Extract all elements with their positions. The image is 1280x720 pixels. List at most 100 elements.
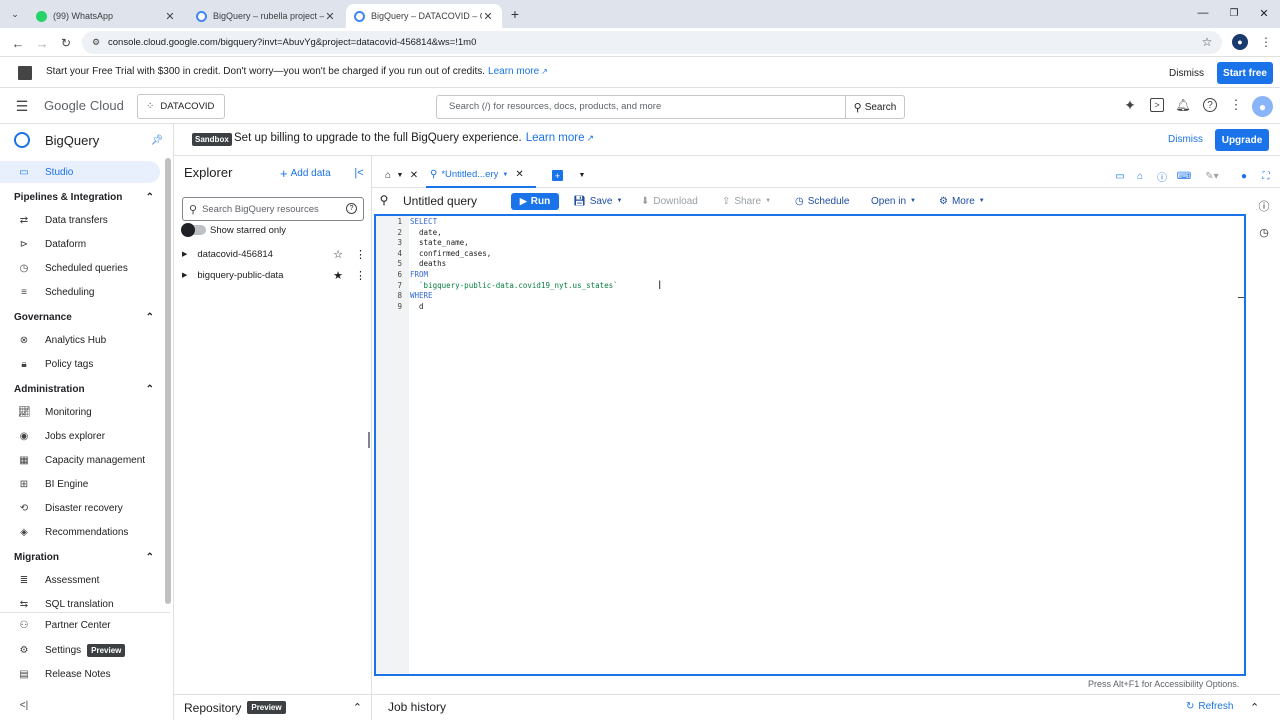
editor-tab-untitled[interactable]: ⚲ *Untitled...ery ▼ ✕ xyxy=(426,163,536,188)
browser-tab-whatsapp[interactable]: (99) WhatsApp ✕ xyxy=(28,4,184,28)
project-picker[interactable]: ⁘ DATACOVID xyxy=(137,94,225,119)
nav-section-administration[interactable]: Administration ⌃ xyxy=(14,379,154,399)
save-button[interactable]: 💾︎ Save ▼ xyxy=(573,194,622,208)
new-tab-icon[interactable]: + xyxy=(507,6,523,22)
kebab-icon[interactable]: ⋮ xyxy=(355,269,366,282)
share-button[interactable]: ⇪ Share ▼ xyxy=(722,194,771,208)
account-avatar-icon[interactable]: ● xyxy=(1252,96,1273,117)
nav-scrollbar[interactable] xyxy=(165,158,171,604)
nav-item-policy-tags[interactable]: 🔒︎ Policy tags xyxy=(0,353,162,375)
browser-menu-icon[interactable]: ⋮ xyxy=(1260,34,1272,50)
sandbox-learn-more-link[interactable]: Learn more xyxy=(526,132,585,144)
nav-item-bi-engine[interactable]: ⊞ BI Engine xyxy=(0,473,162,495)
fullscreen-icon[interactable]: ⛶ xyxy=(1260,170,1272,182)
browser-tab-rubella[interactable]: BigQuery – rubella project – Go ✕ xyxy=(188,4,344,28)
nav-item-monitoring[interactable]: 📈︎ Monitoring xyxy=(0,401,162,423)
explorer-search-input[interactable]: ⚲ Search BigQuery resources ? xyxy=(182,197,364,221)
starred-only-toggle[interactable]: Show starred only xyxy=(181,223,286,237)
lightbulb-icon[interactable]: ● xyxy=(1238,170,1250,182)
reload-icon[interactable]: ↻ xyxy=(58,35,74,51)
expand-arrow-icon[interactable]: ▶ xyxy=(182,250,187,258)
nav-item-jobs-explorer[interactable]: ◉ Jobs explorer xyxy=(0,425,162,447)
nav-item-studio[interactable]: ▭ Studio xyxy=(0,161,160,183)
minimize-icon[interactable]: — xyxy=(1196,6,1210,20)
keyboard-icon[interactable]: ⌨ xyxy=(1177,170,1191,182)
caret-down-icon[interactable]: ▼ xyxy=(396,169,404,181)
close-icon[interactable]: ✕ xyxy=(515,169,523,180)
help-icon[interactable]: ? xyxy=(346,203,357,214)
star-outline-icon[interactable]: ☆ xyxy=(333,248,343,261)
gemini-sparkle-icon[interactable]: ✦ xyxy=(1123,97,1137,113)
star-filled-icon[interactable]: ★ xyxy=(333,269,343,282)
nav-item-release-notes[interactable]: ▤ Release Notes xyxy=(0,663,162,685)
address-bar[interactable]: ⚙ console.cloud.google.com/bigquery?invt… xyxy=(82,31,1222,54)
google-cloud-logo[interactable]: Google Cloud xyxy=(44,98,124,113)
browser-tab-datacovid[interactable]: BigQuery – DATACOVID – Goog ✕ xyxy=(346,4,502,28)
refresh-button[interactable]: ↻ Refresh xyxy=(1186,701,1233,712)
back-icon[interactable]: ← xyxy=(10,35,26,51)
upgrade-button[interactable]: Upgrade xyxy=(1215,129,1269,151)
nav-item-assessment[interactable]: ≣ Assessment xyxy=(0,569,162,591)
restore-icon[interactable]: ❐ xyxy=(1227,6,1241,20)
start-free-button[interactable]: Start free xyxy=(1217,62,1273,84)
nav-item-analytics-hub[interactable]: ⊗ Analytics Hub xyxy=(0,329,162,351)
panel-resize-handle[interactable] xyxy=(368,432,370,448)
nav-item-recommendations[interactable]: ◈ Recommendations xyxy=(0,521,162,543)
help-icon[interactable]: ? xyxy=(1203,98,1217,112)
nav-section-migration[interactable]: Migration ⌃ xyxy=(14,547,154,567)
home-icon[interactable]: ⌂ xyxy=(1134,170,1146,182)
close-window-icon[interactable]: ✕ xyxy=(1257,6,1271,20)
hamburger-menu-icon[interactable]: ☰ xyxy=(14,98,30,114)
toggle-switch[interactable] xyxy=(181,223,206,237)
history-icon[interactable]: ◷ xyxy=(1258,226,1270,239)
chevron-up-icon[interactable]: ⌃ xyxy=(1250,701,1259,714)
site-info-icon[interactable]: ⚙ xyxy=(90,36,102,48)
trial-learn-more-link[interactable]: Learn more xyxy=(488,66,539,77)
tree-item-project[interactable]: ▶ datacovid-456814 ☆ ⋮ xyxy=(182,246,366,262)
sandbox-dismiss-button[interactable]: Dismiss xyxy=(1168,134,1203,145)
nav-item-disaster-recovery[interactable]: ⟲ Disaster recovery xyxy=(0,497,162,519)
expand-arrow-icon[interactable]: ▶ xyxy=(182,271,187,279)
tree-item-project[interactable]: ▶ bigquery-public-data ★ ⋮ xyxy=(182,267,366,283)
nav-section-pipelines[interactable]: Pipelines & Integration ⌃ xyxy=(14,187,154,207)
caret-down-icon[interactable]: ▼ xyxy=(502,172,508,178)
close-icon[interactable]: ✕ xyxy=(164,10,176,23)
more-button[interactable]: ⚙ More ▼ xyxy=(939,194,985,208)
home-icon[interactable]: ⌂ xyxy=(382,169,394,181)
new-query-icon[interactable]: + xyxy=(552,170,563,181)
caret-down-icon[interactable]: ▼ xyxy=(578,170,586,181)
close-icon[interactable]: ✕ xyxy=(408,169,420,181)
repository-header[interactable]: Repository Preview ⌃ xyxy=(174,694,372,720)
collapse-nav-icon[interactable]: <| xyxy=(18,699,30,711)
cloud-search-button[interactable]: ⚲ Search xyxy=(845,95,905,119)
profile-avatar-icon[interactable]: ● xyxy=(1232,34,1248,50)
forward-icon[interactable]: → xyxy=(34,35,50,51)
collapse-explorer-icon[interactable]: |< xyxy=(352,166,366,180)
cloud-search-input[interactable]: Search (/) for resources, docs, products… xyxy=(436,95,846,119)
chevron-up-icon[interactable]: ⌃ xyxy=(353,701,362,714)
job-history-bar[interactable]: Job history ↻ Refresh ⌃ xyxy=(372,694,1280,720)
nav-section-governance[interactable]: Governance ⌃ xyxy=(14,307,154,327)
query-title[interactable]: Untitled query xyxy=(403,194,477,208)
nav-item-settings[interactable]: ⚙ Settings Preview xyxy=(0,639,162,661)
info-icon[interactable]: ⓘ xyxy=(1258,200,1270,213)
sql-editor[interactable]: 123456789 SELECT date, state_name, confi… xyxy=(374,214,1246,676)
nav-item-dataform[interactable]: ⊳ Dataform xyxy=(0,233,162,255)
trial-dismiss-button[interactable]: Dismiss xyxy=(1169,68,1204,79)
bookmark-star-icon[interactable]: ☆ xyxy=(1200,35,1214,49)
tab-list-chevron-icon[interactable]: ⌄ xyxy=(8,7,22,21)
close-icon[interactable]: ✕ xyxy=(324,10,336,23)
nav-item-capacity-management[interactable]: ▦ Capacity management xyxy=(0,449,162,471)
pen-icon[interactable]: ✎▾ xyxy=(1202,170,1222,182)
close-icon[interactable]: ✕ xyxy=(482,10,494,23)
download-button[interactable]: ⬇ Download xyxy=(641,194,698,208)
pin-icon[interactable]: 📌︎ xyxy=(151,134,164,146)
run-button[interactable]: ▶ Run xyxy=(511,193,559,210)
settings-kebab-icon[interactable]: ⋮ xyxy=(1230,97,1243,112)
info-icon[interactable]: ⓘ xyxy=(1156,170,1168,184)
open-in-button[interactable]: Open in ▼ xyxy=(871,194,916,208)
nav-item-partner-center[interactable]: ⚇ Partner Center xyxy=(0,614,162,636)
nav-item-scheduled-queries[interactable]: ◷ Scheduled queries xyxy=(0,257,162,279)
notifications-bell-icon[interactable]: 🔔︎ xyxy=(1175,98,1190,112)
add-data-button[interactable]: + Add data xyxy=(280,166,331,181)
